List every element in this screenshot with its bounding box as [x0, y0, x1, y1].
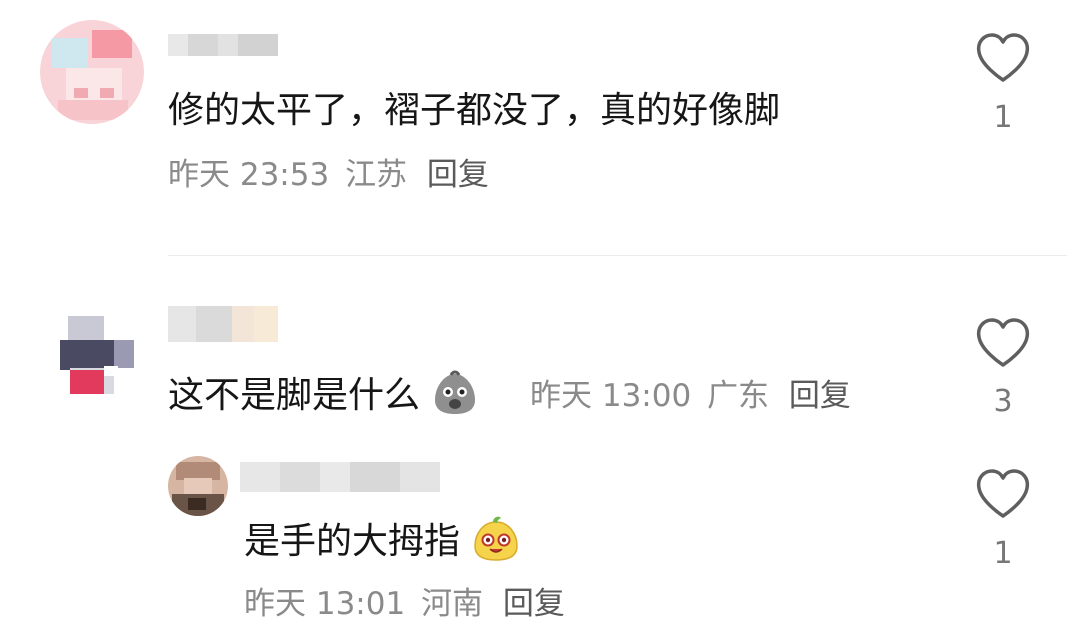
yellow-blob-emoji — [474, 516, 519, 561]
like-count: 1 — [993, 100, 1013, 135]
reply-button[interactable]: 回复 — [503, 586, 565, 622]
comment-time: 昨天 23:53 — [168, 157, 330, 193]
reply-button[interactable]: 回复 — [789, 378, 851, 414]
comment-meta: 昨天 13:01 河南 回复 — [244, 584, 565, 624]
avatar[interactable] — [168, 456, 228, 516]
comment-meta: 昨天 13:00 广东 回复 — [530, 376, 851, 416]
heart-outline-icon[interactable] — [975, 32, 1031, 84]
avatar[interactable] — [40, 20, 144, 124]
comment-location: 广东 — [707, 378, 770, 414]
avatar[interactable] — [40, 306, 144, 410]
reply-button[interactable]: 回复 — [427, 157, 489, 193]
like-count: 3 — [993, 384, 1013, 419]
comment-divider — [168, 255, 1067, 256]
username-blurred[interactable] — [240, 462, 440, 492]
comment-location: 河南 — [421, 586, 484, 622]
comment-location: 江苏 — [345, 157, 408, 193]
heart-outline-icon[interactable] — [975, 317, 1031, 369]
comment-text: 这不是脚是什么 — [168, 375, 421, 416]
comment-text-row: 是手的大拇指 — [244, 516, 521, 568]
comment-text-row: 这不是脚是什么 — [168, 370, 479, 420]
username-blurred[interactable] — [168, 306, 278, 342]
like-count: 1 — [993, 536, 1013, 571]
grimace-blob-emoji — [435, 370, 476, 414]
comment-meta: 昨天 23:53 江苏 回复 — [168, 155, 489, 195]
comment-text: 是手的大拇指 — [244, 521, 461, 562]
heart-outline-icon[interactable] — [975, 468, 1031, 520]
comment-time: 昨天 13:01 — [244, 586, 406, 622]
comment-text: 修的太平了，褶子都没了，真的好像脚 — [168, 90, 781, 131]
username-blurred[interactable] — [168, 34, 278, 56]
comment-time: 昨天 13:00 — [530, 378, 692, 414]
